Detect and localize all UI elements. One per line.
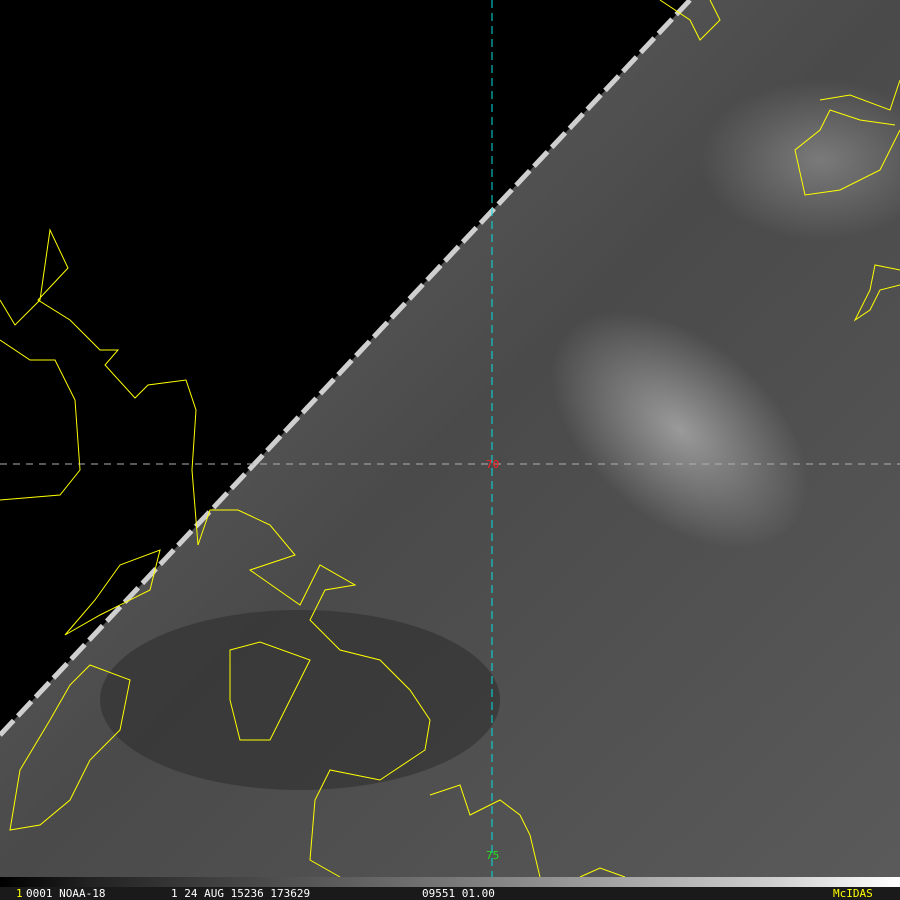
frame-number: 1 bbox=[16, 887, 23, 900]
date-time: 1 24 AUG 15236 173629 bbox=[171, 887, 311, 900]
satellite-image-viewer: 70 75 1 0001 NOAA-18 1 24 AUG 15236 1736… bbox=[0, 0, 900, 900]
satellite-imagery bbox=[0, 0, 900, 878]
grayscale-colorbar bbox=[0, 877, 900, 887]
dark-area bbox=[100, 610, 500, 790]
longitude-label: 75 bbox=[486, 849, 500, 862]
latitude-label: 70 bbox=[486, 458, 500, 471]
band-info: 09551 01.00 bbox=[422, 887, 495, 900]
status-bar: 1 0001 NOAA-18 1 24 AUG 15236 173629 095… bbox=[0, 887, 900, 900]
mcidas-brand: McIDAS bbox=[833, 887, 873, 900]
satellite-info: 0001 NOAA-18 bbox=[26, 887, 106, 900]
